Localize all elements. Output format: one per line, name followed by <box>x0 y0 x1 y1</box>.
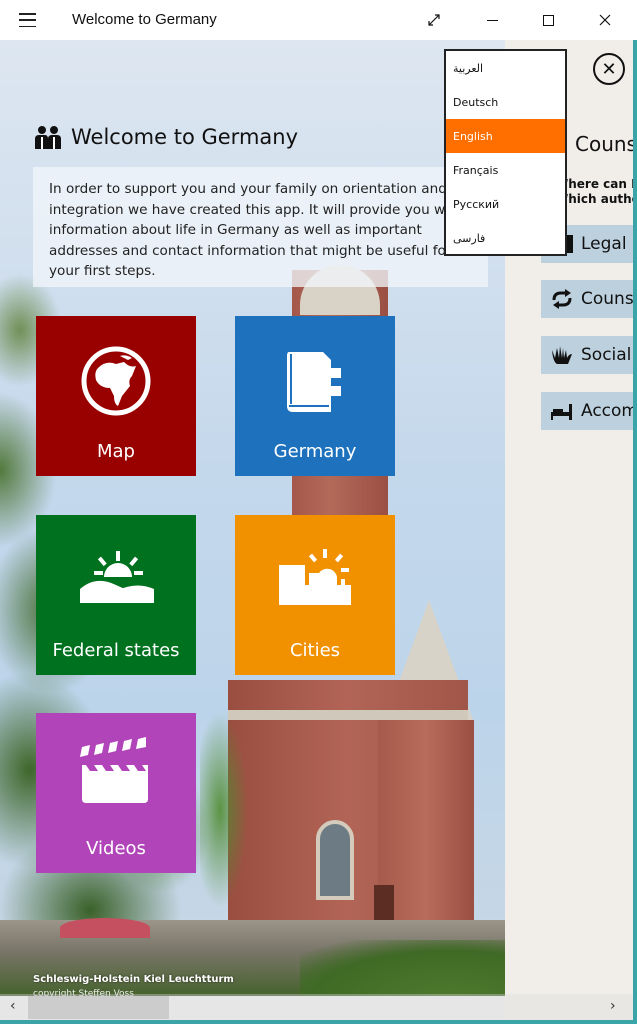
tile-map[interactable]: Map <box>36 316 196 476</box>
maximize-icon <box>542 14 554 26</box>
language-menu: العربية Deutsch English Français Русский… <box>444 49 567 256</box>
city-sun-icon <box>279 549 351 605</box>
grass <box>300 940 505 996</box>
hands-icon <box>552 346 572 364</box>
button-label: Accommodation <box>581 401 633 421</box>
fullscreen-button[interactable] <box>406 0 462 40</box>
tile-federal-states[interactable]: Federal states <box>36 515 196 675</box>
tile-label: Germany <box>273 441 357 462</box>
hamburger-line <box>19 25 36 27</box>
tile-videos[interactable]: Videos <box>36 713 196 873</box>
hamburger-menu-button[interactable] <box>19 13 36 27</box>
social-services-button[interactable]: Social services <box>541 336 633 374</box>
window-close-button[interactable] <box>577 0 633 40</box>
tile-germany[interactable]: Germany <box>235 316 395 476</box>
horizontal-scrollbar[interactable]: ‹ › <box>0 994 633 1020</box>
window-border-right <box>633 40 637 1024</box>
page-title: Welcome to Germany <box>71 125 299 149</box>
language-option-german[interactable]: Deutsch <box>446 85 565 119</box>
bed-icon <box>551 404 572 420</box>
minimize-button[interactable] <box>464 0 520 40</box>
main-content: Welcome to Germany In order to support y… <box>0 40 505 996</box>
tile-label: Map <box>97 441 135 462</box>
language-option-russian[interactable]: Русский <box>446 187 565 221</box>
people-icon <box>35 126 61 149</box>
language-option-french[interactable]: Français <box>446 153 565 187</box>
tile-label: Federal states <box>52 640 180 661</box>
title-bar: Welcome to Germany <box>0 0 637 40</box>
button-label: Legal advice <box>581 234 633 254</box>
intro-text: In order to support you and your family … <box>49 181 463 279</box>
language-option-persian[interactable]: فارسی <box>446 221 565 255</box>
tile-label: Videos <box>86 838 146 859</box>
panel-title: Counseling <box>575 132 633 156</box>
photo-caption: Schleswig-Holstein Kiel Leuchtturm <box>33 974 234 985</box>
globe-africa-icon <box>81 346 151 416</box>
app-title: Welcome to Germany <box>72 11 217 28</box>
hamburger-line <box>19 13 36 15</box>
scrollbar-thumb[interactable] <box>28 996 169 1019</box>
close-icon: ✕ <box>601 58 617 80</box>
tile-cities[interactable]: Cities <box>235 515 395 675</box>
scroll-left-button[interactable]: ‹ <box>10 998 16 1014</box>
notebook-icon <box>287 352 341 412</box>
page-header: Welcome to Germany <box>33 125 298 149</box>
counseling-button[interactable]: Counseling <box>541 280 633 318</box>
panel-close-button[interactable]: ✕ <box>593 53 625 85</box>
refresh-arrows-icon <box>552 289 572 309</box>
clapperboard-icon <box>80 737 148 803</box>
button-label: Social services <box>581 345 633 365</box>
window-border-bottom <box>0 1020 637 1024</box>
maximize-button[interactable] <box>520 0 576 40</box>
minimize-icon <box>486 19 498 21</box>
accommodation-button[interactable]: Accommodation <box>541 392 633 430</box>
close-icon <box>599 14 611 26</box>
language-option-arabic[interactable]: العربية <box>446 51 565 85</box>
tile-label: Cities <box>289 640 341 661</box>
hamburger-line <box>19 19 36 21</box>
sunrise-hills-icon <box>80 551 154 603</box>
umbrella <box>60 918 150 938</box>
scroll-right-button[interactable]: › <box>610 998 616 1014</box>
arch-window <box>316 820 354 900</box>
button-label: Counseling <box>581 289 633 309</box>
intro-box: In order to support you and your family … <box>33 167 488 287</box>
expand-diagonal-icon <box>428 14 440 26</box>
language-option-english[interactable]: English <box>446 119 565 153</box>
tree-right <box>200 660 280 960</box>
